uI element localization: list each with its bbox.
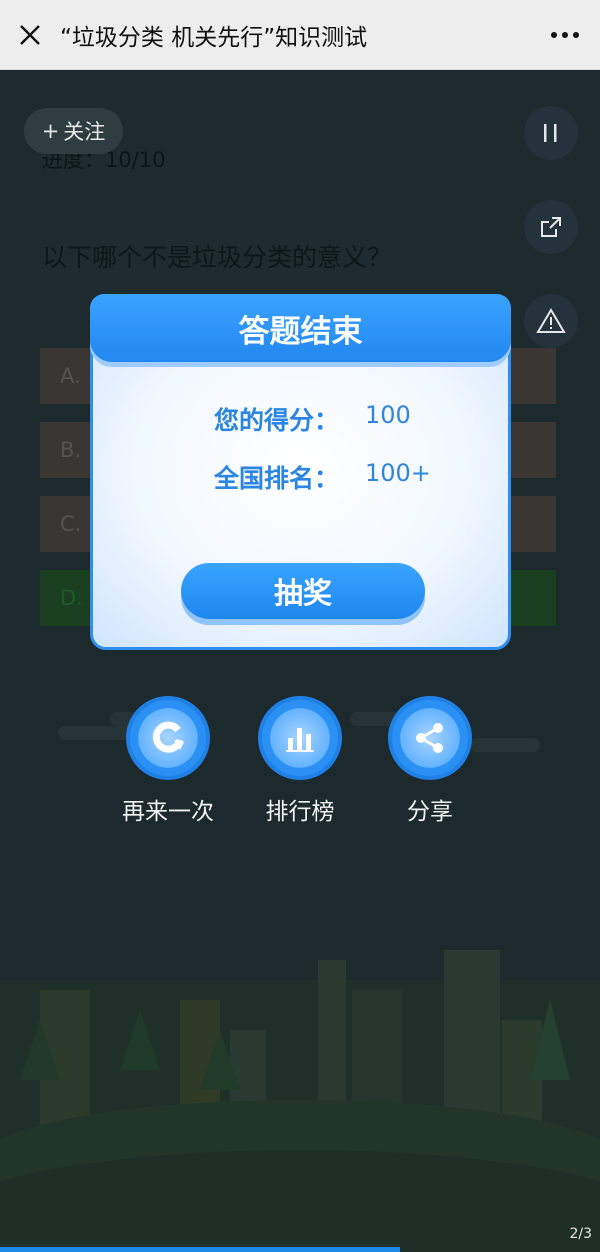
external-share-icon bbox=[541, 217, 561, 237]
result-dialog: 您的得分： 100 全国排名： 100+ 抽奖 答题结束 bbox=[90, 294, 511, 650]
page-counter: 2/3 bbox=[569, 1226, 592, 1242]
replay-button[interactable]: 再来一次 bbox=[108, 696, 228, 826]
report-button[interactable] bbox=[524, 294, 578, 348]
lottery-button[interactable]: 抽奖 bbox=[181, 563, 425, 619]
more-button[interactable] bbox=[530, 0, 600, 70]
replay-label: 再来一次 bbox=[122, 799, 214, 825]
title-bar: “垃圾分类 机关先行”知识测试 bbox=[0, 0, 600, 70]
page-title: “垃圾分类 机关先行”知识测试 bbox=[60, 24, 368, 51]
replay-icon bbox=[152, 721, 184, 753]
rank-value: 100+ bbox=[365, 459, 431, 487]
pause-button[interactable] bbox=[524, 106, 578, 160]
question-text: 以下哪个不是垃圾分类的意义？ bbox=[42, 243, 393, 272]
city-scenery bbox=[0, 950, 600, 1252]
rank-label: 全国排名： bbox=[214, 464, 340, 493]
close-button[interactable] bbox=[0, 0, 60, 70]
share-label: 分享 bbox=[407, 799, 453, 825]
warning-icon bbox=[536, 308, 566, 333]
follow-button[interactable]: + 关注 bbox=[24, 108, 123, 154]
score-label: 您的得分： bbox=[214, 406, 340, 435]
leaderboard-button[interactable]: 排行榜 bbox=[240, 696, 360, 826]
close-icon bbox=[20, 24, 40, 45]
more-icon bbox=[551, 31, 579, 38]
follow-label: 关注 bbox=[63, 120, 106, 144]
plus-icon: + bbox=[41, 119, 60, 143]
share-button[interactable]: 分享 bbox=[370, 696, 490, 826]
leaderboard-icon bbox=[286, 728, 314, 752]
result-dialog-body: 您的得分： 100 全国排名： 100+ 抽奖 bbox=[90, 318, 511, 650]
share-icon bbox=[416, 723, 443, 753]
leaderboard-label: 排行榜 bbox=[265, 799, 335, 825]
dialog-title: 答题结束 bbox=[90, 294, 511, 362]
pause-icon bbox=[544, 124, 557, 142]
quiz-stage: + 关注 进度：10/10 以下哪个不是垃圾分类的意义？ A. B. C. D.… bbox=[0, 70, 600, 1252]
page-progress-bar bbox=[0, 1247, 400, 1252]
share-link-button[interactable] bbox=[524, 200, 578, 254]
score-value: 100 bbox=[365, 401, 411, 429]
